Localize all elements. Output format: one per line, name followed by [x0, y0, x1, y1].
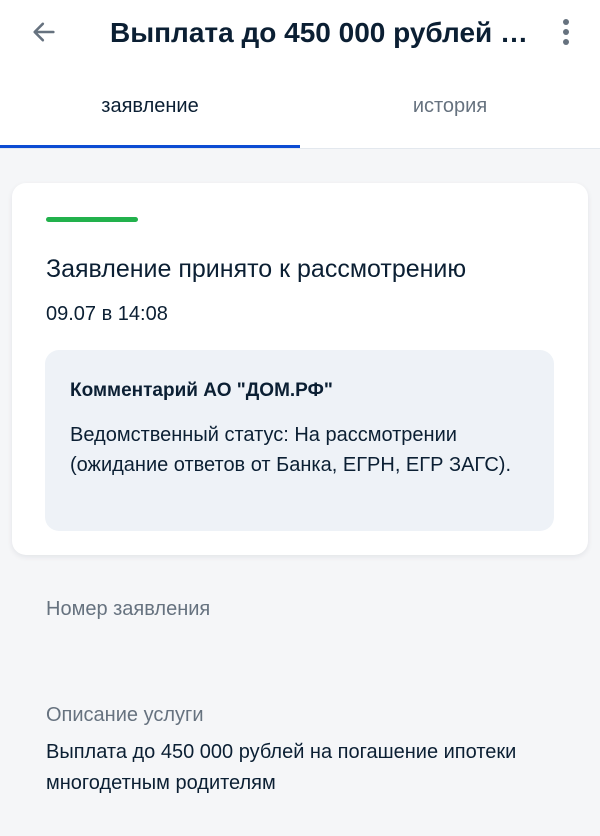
status-indicator — [46, 217, 138, 222]
back-button[interactable] — [24, 12, 64, 52]
status-card: Заявление принято к рассмотрению 09.07 в… — [12, 183, 588, 555]
more-options-button[interactable] — [548, 12, 584, 52]
tab-history[interactable]: история — [300, 66, 600, 146]
comment-title: Комментарий АО "ДОМ.РФ" — [70, 380, 333, 401]
service-description-label: Описание услуги — [46, 704, 204, 726]
comment-box: Комментарий АО "ДОМ.РФ" Ведомственный ст… — [45, 350, 554, 531]
comment-text: Ведомственный статус: На рассмотрении (о… — [70, 424, 512, 476]
status-date: 09.07 в 14:08 — [46, 303, 168, 325]
page-title: Выплата до 450 000 рублей на погашение и… — [110, 17, 530, 48]
status-title: Заявление принято к рассмотрению — [46, 255, 467, 283]
arrow-left-icon — [33, 22, 55, 42]
more-vertical-icon — [563, 19, 569, 45]
app-bar: Выплата до 450 000 рублей на погашение и… — [0, 0, 600, 66]
service-description-value: Выплата до 450 000 рублей на погашение и… — [46, 741, 517, 794]
tab-application[interactable]: заявление — [0, 66, 300, 148]
application-number-label: Номер заявления — [46, 598, 211, 620]
tab-bar: заявление история — [0, 66, 600, 149]
